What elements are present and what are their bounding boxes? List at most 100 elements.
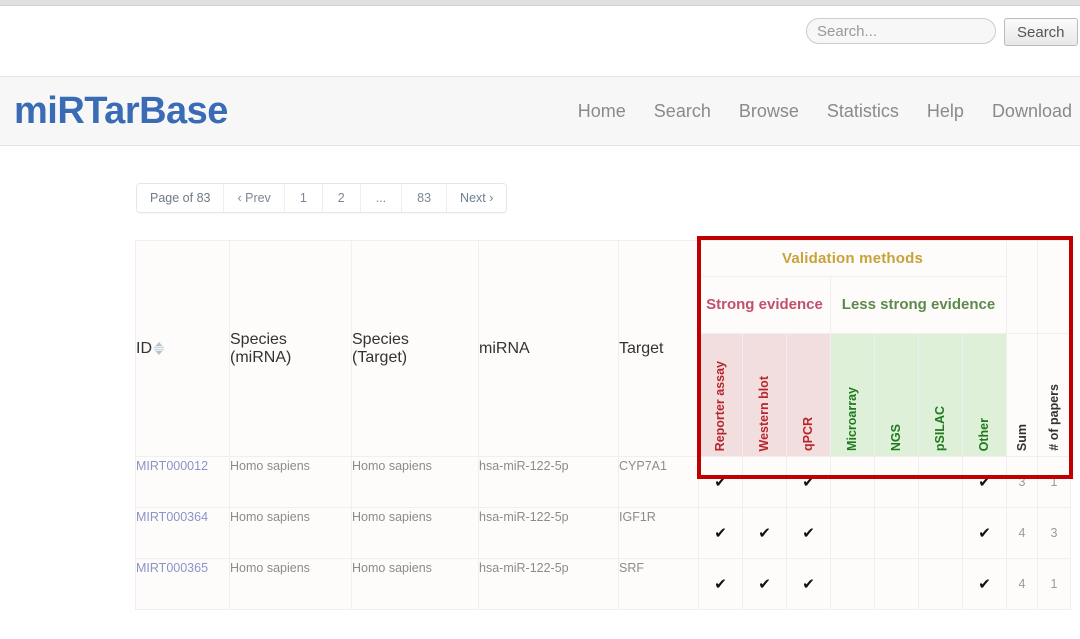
column-header-ngs-label: NGS	[890, 424, 903, 451]
table-row: MIRT000365Homo sapiensHomo sapienshsa-mi…	[136, 559, 1071, 610]
column-header-id[interactable]: ID	[136, 241, 230, 457]
search-button[interactable]: Search	[1004, 18, 1078, 46]
column-header-western-blot-label: Western blot	[758, 376, 771, 451]
cell-ngs	[875, 559, 919, 610]
cell-num-papers: 3	[1038, 508, 1071, 559]
cell-sum: 4	[1007, 508, 1038, 559]
column-header-sum[interactable]: Sum	[1007, 334, 1038, 457]
cell-target: IGF1R	[619, 508, 699, 559]
group-header-less-strong-evidence: Less strong evidence	[831, 277, 1007, 334]
cell-psilac	[919, 508, 963, 559]
column-header-qpcr[interactable]: qPCR	[787, 334, 831, 457]
cell-id: MIRT000364	[136, 508, 230, 559]
spacer-sum	[1007, 241, 1038, 334]
cell-mirna: hsa-miR-122-5p	[479, 457, 619, 508]
cell-target: CYP7A1	[619, 457, 699, 508]
column-header-species-mirna-label: Species(miRNA)	[230, 331, 291, 366]
pagination-page-1[interactable]: 1	[285, 184, 323, 212]
cell-target: SRF	[619, 559, 699, 610]
column-header-species-target[interactable]: Species(Target)	[352, 241, 479, 457]
cell-qpcr: ✔	[787, 508, 831, 559]
pagination-summary: Page of 83	[137, 184, 224, 212]
pagination-prev[interactable]: ‹ Prev	[224, 184, 284, 212]
column-header-num-papers[interactable]: # of papers	[1038, 334, 1071, 457]
results-table: ID Species(miRNA) Species(Target) miRNA …	[135, 240, 1071, 610]
cell-mirna: hsa-miR-122-5p	[479, 508, 619, 559]
cell-reporter-assay: ✔	[699, 559, 743, 610]
column-header-num-papers-label: # of papers	[1048, 384, 1061, 451]
cell-microarray	[831, 559, 875, 610]
cell-other: ✔	[963, 508, 1007, 559]
cell-sum: 4	[1007, 559, 1038, 610]
cell-species-mirna: Homo sapiens	[230, 457, 352, 508]
main-navigation: Home Search Browse Statistics Help Downl…	[578, 101, 1072, 122]
column-header-ngs[interactable]: NGS	[875, 334, 919, 457]
column-header-reporter-assay[interactable]: Reporter assay	[699, 334, 743, 457]
table-group-header-row-1: ID Species(miRNA) Species(Target) miRNA …	[136, 241, 1071, 277]
column-header-psilac-label: pSILAC	[934, 406, 947, 451]
cell-ngs	[875, 457, 919, 508]
column-header-target[interactable]: Target	[619, 241, 699, 457]
cell-id: MIRT000365	[136, 559, 230, 610]
cell-other: ✔	[963, 559, 1007, 610]
link-record-id[interactable]: MIRT000364	[136, 510, 208, 524]
column-header-reporter-assay-label: Reporter assay	[714, 361, 727, 451]
nav-item-search[interactable]: Search	[654, 101, 711, 122]
spacer-num-papers	[1038, 241, 1071, 334]
cell-qpcr: ✔	[787, 457, 831, 508]
column-header-other[interactable]: Other	[963, 334, 1007, 457]
cell-reporter-assay: ✔	[699, 457, 743, 508]
cell-psilac	[919, 559, 963, 610]
table-body: MIRT000012Homo sapiensHomo sapienshsa-mi…	[136, 457, 1071, 610]
cell-western-blot: ✔	[743, 559, 787, 610]
column-header-mirna-label: miRNA	[479, 340, 530, 357]
column-header-mirna[interactable]: miRNA	[479, 241, 619, 457]
cell-num-papers: 1	[1038, 559, 1071, 610]
cell-reporter-assay: ✔	[699, 508, 743, 559]
pagination-page-83[interactable]: 83	[402, 184, 447, 212]
cell-western-blot	[743, 457, 787, 508]
nav-item-statistics[interactable]: Statistics	[827, 101, 899, 122]
search-form: Search	[806, 18, 1078, 46]
pagination-next[interactable]: Next ›	[447, 184, 506, 212]
cell-id: MIRT000012	[136, 457, 230, 508]
column-header-species-target-label: Species(Target)	[352, 331, 409, 366]
cell-microarray	[831, 457, 875, 508]
site-logo[interactable]: miRTarBase	[14, 90, 228, 133]
group-header-validation-methods: Validation methods	[699, 241, 1007, 277]
table-row: MIRT000364Homo sapiensHomo sapienshsa-mi…	[136, 508, 1071, 559]
sort-icon[interactable]	[152, 341, 166, 356]
pagination: Page of 83 ‹ Prev 1 2 ... 83 Next ›	[136, 183, 507, 213]
cell-mirna: hsa-miR-122-5p	[479, 559, 619, 610]
table-row: MIRT000012Homo sapiensHomo sapienshsa-mi…	[136, 457, 1071, 508]
group-header-strong-evidence: Strong evidence	[699, 277, 831, 334]
nav-item-home[interactable]: Home	[578, 101, 626, 122]
cell-species-target: Homo sapiens	[352, 559, 479, 610]
column-header-species-mirna[interactable]: Species(miRNA)	[230, 241, 352, 457]
nav-item-help[interactable]: Help	[927, 101, 964, 122]
link-record-id[interactable]: MIRT000365	[136, 561, 208, 575]
column-header-western-blot[interactable]: Western blot	[743, 334, 787, 457]
cell-microarray	[831, 508, 875, 559]
column-header-microarray[interactable]: Microarray	[831, 334, 875, 457]
column-header-microarray-label: Microarray	[846, 387, 859, 451]
column-header-psilac[interactable]: pSILAC	[919, 334, 963, 457]
column-header-qpcr-label: qPCR	[802, 417, 815, 451]
nav-item-download[interactable]: Download	[992, 101, 1072, 122]
cell-num-papers: 1	[1038, 457, 1071, 508]
cell-species-target: Homo sapiens	[352, 457, 479, 508]
cell-species-mirna: Homo sapiens	[230, 559, 352, 610]
cell-other: ✔	[963, 457, 1007, 508]
cell-qpcr: ✔	[787, 559, 831, 610]
cell-psilac	[919, 457, 963, 508]
cell-sum: 3	[1007, 457, 1038, 508]
link-record-id[interactable]: MIRT000012	[136, 459, 208, 473]
site-header: miRTarBase Home Search Browse Statistics…	[0, 76, 1080, 146]
cell-species-mirna: Homo sapiens	[230, 508, 352, 559]
pagination-ellipsis: ...	[361, 184, 402, 212]
pagination-page-2[interactable]: 2	[323, 184, 361, 212]
nav-item-browse[interactable]: Browse	[739, 101, 799, 122]
cell-western-blot: ✔	[743, 508, 787, 559]
column-header-target-label: Target	[619, 340, 663, 357]
search-input[interactable]	[806, 18, 996, 44]
